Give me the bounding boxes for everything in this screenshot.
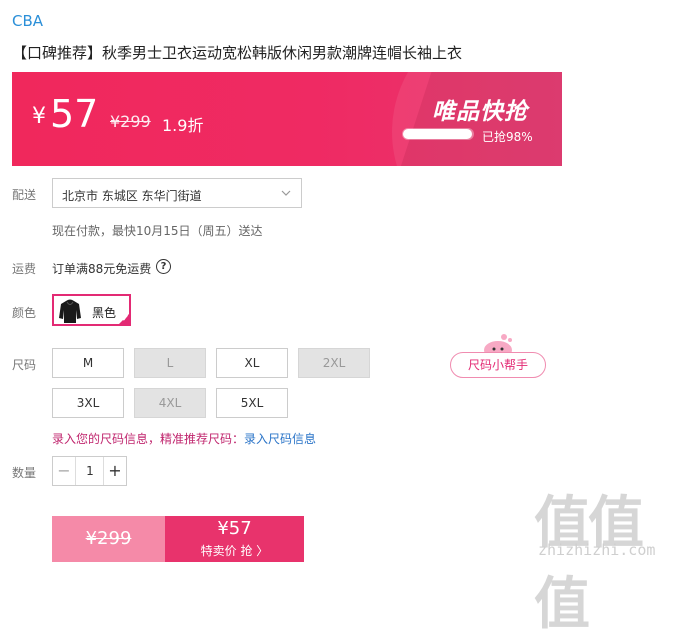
quantity-stepper: − 1 + (52, 456, 127, 486)
address-select[interactable]: 北京市 东城区 东华门街道 (52, 178, 302, 208)
special-price-label: 特卖价 抢 〉 (200, 544, 269, 558)
flash-sale-banner: ¥ 57 ¥299 1.9折 唯品快抢 已抢98% (12, 72, 562, 166)
buy-special-price-button[interactable]: ¥57 特卖价 抢 〉 (165, 516, 304, 562)
color-label: 颜色 (12, 306, 37, 320)
product-title: 【口碑推荐】秋季男士卫衣运动宽松韩版休闲男款潮牌连帽长袖上衣 (12, 44, 463, 62)
shipping-fee-text: 订单满88元免运费 (52, 262, 152, 276)
chevron-down-icon (281, 185, 291, 204)
size-info-prompt: 录入您的尺码信息，精准推荐尺码：录入尺码信息 (52, 430, 316, 447)
size-info-link[interactable]: 录入尺码信息 (244, 432, 316, 446)
size-option: 2XL (298, 348, 370, 378)
quantity-decrease-button[interactable]: − (53, 457, 76, 485)
watermark-logo: 值值值 (534, 491, 644, 637)
sold-percentage: 已抢98% (482, 130, 533, 144)
buy-original-price: ¥299 (85, 528, 132, 549)
flash-sale-title: 唯品快抢 (432, 99, 528, 125)
size-helper-button[interactable]: 尺码小帮手 (450, 352, 546, 378)
check-icon: ✔ (121, 314, 129, 324)
help-icon[interactable]: ? (156, 259, 171, 274)
size-option: L (134, 348, 206, 378)
watermark-url: zhizhizhi.com (538, 541, 656, 559)
color-name: 黑色 (92, 306, 117, 320)
size-option[interactable]: M (52, 348, 124, 378)
currency-symbol: ¥ (32, 104, 46, 129)
size-label: 尺码 (12, 358, 37, 372)
quantity-label: 数量 (12, 466, 37, 480)
size-option[interactable]: XL (216, 348, 288, 378)
special-price: ¥57 (217, 518, 252, 539)
buy-original-price-button[interactable]: ¥299 (52, 516, 165, 562)
shipping-fee-label: 运费 (12, 262, 37, 276)
brand-link[interactable]: CBA (12, 12, 43, 30)
size-info-text: 录入您的尺码信息，精准推荐尺码： (52, 432, 245, 446)
quantity-value[interactable]: 1 (76, 457, 104, 485)
color-option-black[interactable]: 黑色 ✔ (52, 294, 131, 326)
sold-progress-bar (402, 128, 474, 140)
size-option: 4XL (134, 388, 206, 418)
address-value: 北京市 东城区 东华门街道 (62, 189, 202, 203)
delivery-estimate: 现在付款，最快10月15日（周五）送达 (52, 224, 263, 238)
size-option[interactable]: 5XL (216, 388, 288, 418)
hoodie-thumbnail-icon (58, 298, 82, 323)
quantity-increase-button[interactable]: + (103, 457, 126, 485)
original-price: ¥299 (110, 112, 151, 131)
size-option[interactable]: 3XL (52, 388, 124, 418)
discount-rate: 1.9折 (162, 116, 204, 135)
shipping-label: 配送 (12, 188, 37, 202)
sold-progress-fill (403, 129, 472, 139)
sale-price: 57 (50, 92, 99, 136)
